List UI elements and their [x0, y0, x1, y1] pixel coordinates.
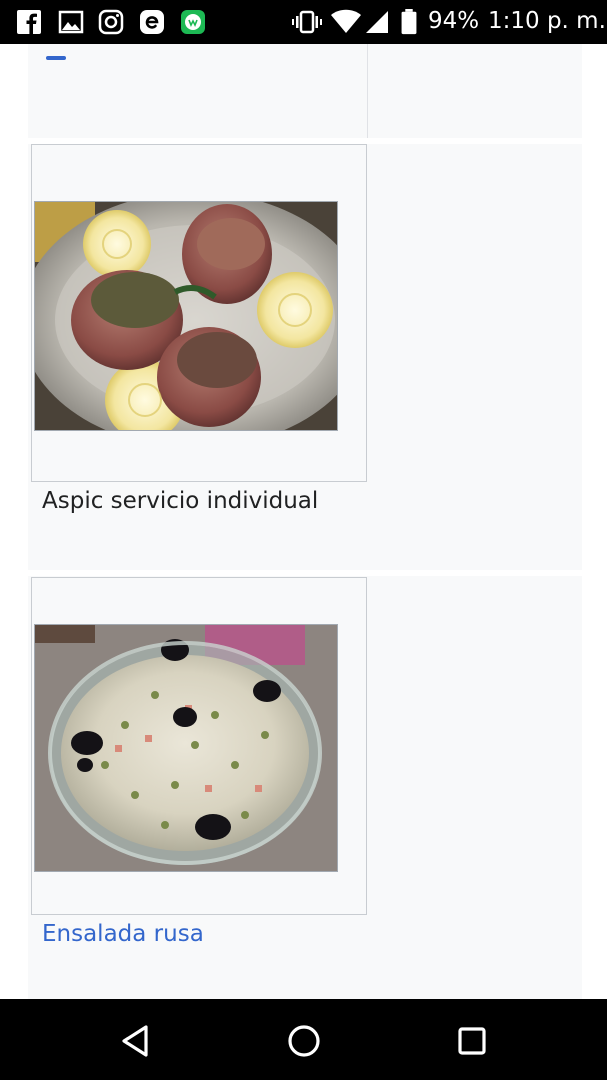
recents-icon[interactable]	[452, 1021, 492, 1061]
home-icon[interactable]	[284, 1021, 324, 1061]
facebook-icon	[17, 10, 41, 34]
gallery-item: Aspic servicio individual	[28, 144, 367, 570]
gallery-item: Ensalada rusa	[28, 577, 367, 999]
image-gallery: Aspic servicio individual Ensalada rusa	[28, 44, 582, 999]
gallery-caption: Aspic servicio individual	[42, 488, 319, 514]
partial-caption-fragment[interactable]	[46, 56, 66, 60]
navigation-bar	[0, 999, 607, 1080]
gallery-cell-empty	[370, 577, 582, 999]
status-bar: 94% 1:10 p. m.	[0, 0, 607, 44]
clock: 1:10 p. m.	[488, 8, 606, 34]
gallery-caption-link[interactable]: Ensalada rusa	[42, 921, 204, 947]
instagram-icon	[98, 9, 124, 35]
app-e-icon	[140, 10, 164, 34]
thumbnail-frame[interactable]	[31, 577, 367, 915]
back-icon[interactable]	[116, 1021, 156, 1061]
gallery-icon	[58, 10, 84, 34]
wechat-like-icon	[181, 10, 205, 34]
vibrate-icon	[292, 10, 322, 34]
aspic-plate-photo[interactable]	[34, 201, 338, 431]
signal-icon	[366, 11, 388, 33]
gallery-cell-empty	[370, 144, 582, 570]
gallery-cell-partial	[28, 44, 368, 138]
battery-percent: 94%	[428, 8, 480, 34]
wifi-icon	[331, 9, 361, 33]
russian-salad-photo[interactable]	[34, 624, 338, 872]
page-content[interactable]: Aspic servicio individual Ensalada rusa	[0, 44, 607, 999]
gallery-cell-empty	[370, 44, 582, 138]
thumbnail-frame[interactable]	[31, 144, 367, 482]
battery-icon	[401, 9, 417, 35]
row-divider	[28, 570, 582, 576]
